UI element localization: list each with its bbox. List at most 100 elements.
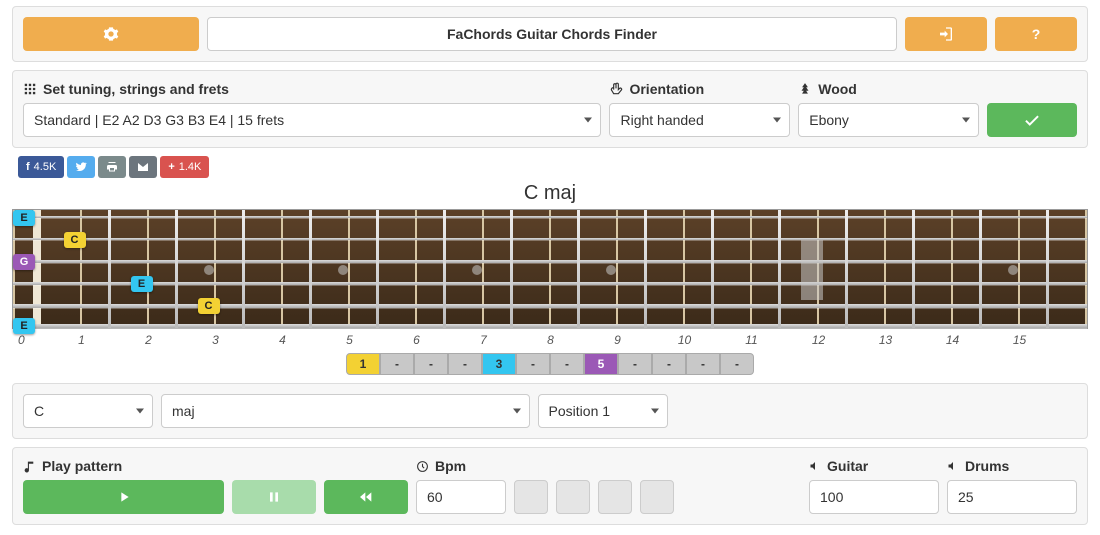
fret-line	[644, 210, 647, 328]
drums-vol-value: 25	[958, 489, 974, 505]
twitter-icon	[75, 161, 87, 173]
beat-slot-2[interactable]	[556, 480, 590, 514]
interval-cell[interactable]: -	[516, 353, 550, 375]
tuning-select[interactable]: Standard | E2 A2 D3 G3 B3 E4 | 15 frets	[23, 103, 601, 137]
interval-cell[interactable]: 1	[346, 353, 380, 375]
fret-number: 3	[182, 333, 249, 347]
beat-slot-1[interactable]	[514, 480, 548, 514]
fret-inlay	[204, 265, 214, 275]
volume-icon	[947, 460, 959, 472]
quality-select[interactable]: maj	[161, 394, 530, 428]
fret-inlay	[1008, 265, 1018, 275]
fret-line	[242, 210, 245, 328]
orientation-value: Right handed	[620, 112, 703, 128]
facebook-count: 4.5K	[34, 161, 57, 173]
wood-label: Wood	[818, 81, 857, 97]
login-button[interactable]	[905, 17, 987, 51]
app-title: FaChords Guitar Chords Finder	[207, 17, 897, 51]
guitar-vol-label: Guitar	[827, 458, 868, 474]
interval-cell[interactable]: -	[414, 353, 448, 375]
interval-row: 1---3--5----	[12, 353, 1088, 375]
fretboard[interactable]: ECGECE	[12, 209, 1088, 329]
tree-icon	[798, 82, 812, 96]
fret-line	[778, 210, 781, 328]
share-twitter[interactable]	[67, 156, 95, 178]
fret-number: 2	[115, 333, 182, 347]
fret-inlay	[472, 265, 482, 275]
interval-cell[interactable]: -	[550, 353, 584, 375]
pause-icon	[266, 489, 282, 505]
drums-vol-input[interactable]: 25	[947, 480, 1077, 514]
fret-line	[376, 210, 379, 328]
bpm-value: 60	[427, 489, 443, 505]
fret-number: 1	[48, 333, 115, 347]
addthis-count: 1.4K	[179, 161, 202, 173]
question-icon: ?	[1032, 26, 1041, 42]
interval-cell[interactable]: -	[448, 353, 482, 375]
wood-select[interactable]: Ebony	[798, 103, 979, 137]
orientation-select[interactable]: Right handed	[609, 103, 790, 137]
fret-number: 9	[584, 333, 651, 347]
position-select[interactable]: Position 1	[538, 394, 668, 428]
beat-slot-3[interactable]	[598, 480, 632, 514]
fretboard-note[interactable]: C	[198, 298, 220, 314]
help-button[interactable]: ?	[995, 17, 1077, 51]
interval-cell[interactable]: -	[720, 353, 754, 375]
share-email[interactable]	[129, 156, 157, 178]
interval-cell[interactable]: -	[618, 353, 652, 375]
fret-number: 8	[517, 333, 584, 347]
share-facebook[interactable]: f 4.5K	[18, 156, 64, 178]
fret-number: 6	[383, 333, 450, 347]
drums-vol-label: Drums	[965, 458, 1009, 474]
rewind-button[interactable]	[324, 480, 408, 514]
share-more[interactable]: + 1.4K	[160, 156, 209, 178]
fretboard-note[interactable]: E	[13, 318, 35, 334]
check-icon	[1023, 111, 1041, 129]
login-icon	[938, 26, 954, 42]
apply-button[interactable]	[987, 103, 1077, 137]
position-value: Position 1	[549, 403, 610, 419]
fret-number: 11	[718, 333, 785, 347]
fretboard-note[interactable]: G	[13, 254, 35, 270]
interval-cell[interactable]: 3	[482, 353, 516, 375]
fret-line	[1046, 210, 1049, 328]
fret-number: 4	[249, 333, 316, 347]
fretboard-note[interactable]: E	[13, 210, 35, 226]
interval-cell[interactable]: -	[652, 353, 686, 375]
tuning-value: Standard | E2 A2 D3 G3 B3 E4 | 15 frets	[34, 112, 284, 128]
fret-numbers: 0123456789101112131415	[12, 333, 1088, 347]
share-print[interactable]	[98, 156, 126, 178]
fret-number: 0	[18, 333, 48, 347]
bpm-label: Bpm	[435, 458, 466, 474]
fretboard-note[interactable]: C	[64, 232, 86, 248]
fret-number: 15	[986, 333, 1053, 347]
fret-number: 12	[785, 333, 852, 347]
pause-button[interactable]	[232, 480, 316, 514]
root-value: C	[34, 403, 44, 419]
tuning-label: Set tuning, strings and frets	[43, 81, 229, 97]
interval-cell[interactable]: -	[686, 353, 720, 375]
fret-inlay	[338, 265, 348, 275]
root-select[interactable]: C	[23, 394, 153, 428]
print-icon	[106, 161, 118, 173]
fretboard-note[interactable]: E	[131, 276, 153, 292]
rewind-icon	[358, 489, 374, 505]
play-button[interactable]	[23, 480, 224, 514]
settings-button[interactable]	[23, 17, 199, 51]
interval-cell[interactable]: -	[380, 353, 414, 375]
beat-slot-4[interactable]	[640, 480, 674, 514]
fret-line	[845, 210, 848, 328]
quality-value: maj	[172, 403, 195, 419]
fret-number: 13	[852, 333, 919, 347]
fret-line	[510, 210, 513, 328]
guitar-vol-input[interactable]: 100	[809, 480, 939, 514]
fret-number: 14	[919, 333, 986, 347]
grid-icon	[23, 82, 37, 96]
hand-icon	[609, 82, 623, 96]
gear-icon	[103, 26, 119, 42]
guitar-vol-value: 100	[820, 489, 843, 505]
fret-line	[979, 210, 982, 328]
interval-cell[interactable]: 5	[584, 353, 618, 375]
volume-icon	[809, 460, 821, 472]
bpm-input[interactable]: 60	[416, 480, 506, 514]
